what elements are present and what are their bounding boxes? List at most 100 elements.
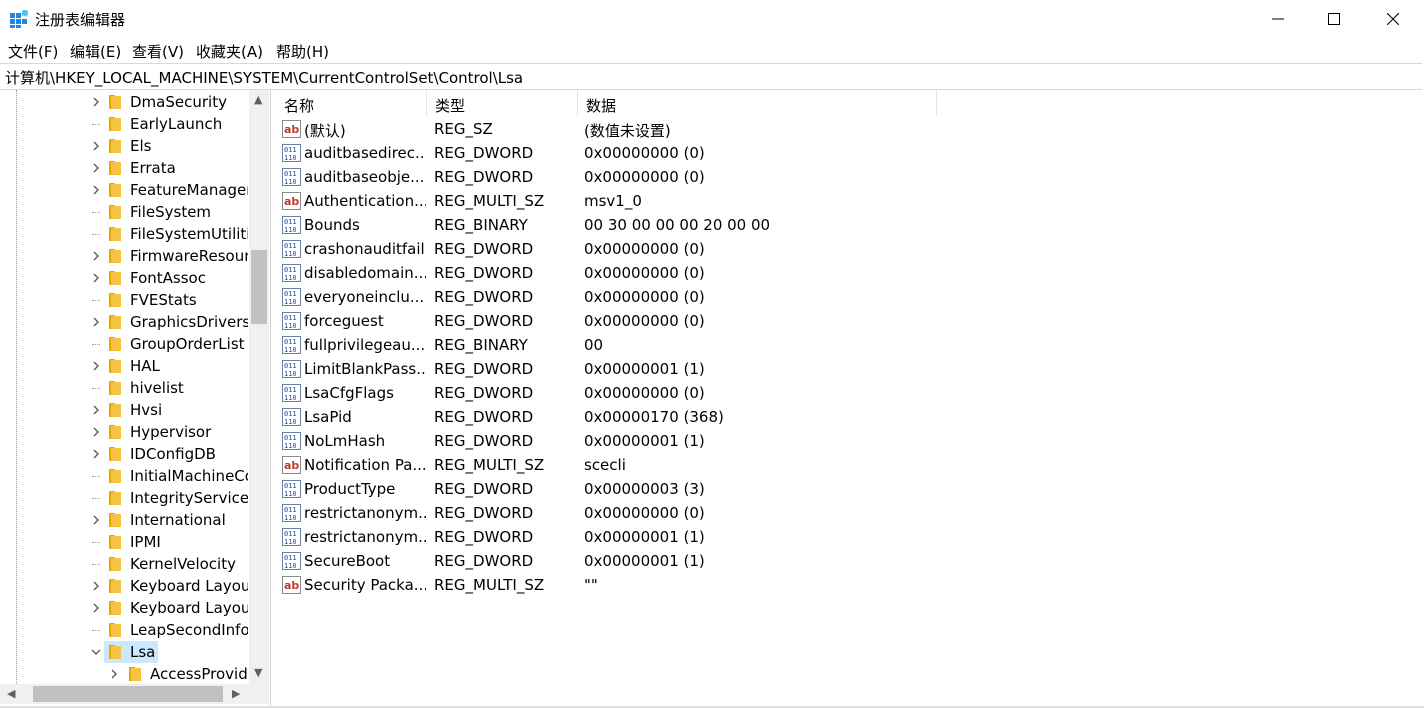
close-button[interactable] bbox=[1364, 0, 1422, 38]
chevron-right-icon[interactable] bbox=[90, 271, 102, 285]
tree-item[interactable]: KernelVelocity bbox=[0, 553, 248, 575]
value-row[interactable]: 011 110 forceguest REG_DWORD 0x00000000 (0) bbox=[276, 309, 1076, 333]
value-row[interactable]: 011 110 ProductType REG_DWORD 0x00000003 (3) bbox=[276, 477, 1076, 501]
chevron-right-icon[interactable] bbox=[90, 601, 102, 615]
scroll-up-icon[interactable]: ▲ bbox=[254, 93, 262, 106]
scroll-left-icon[interactable]: ◀ bbox=[7, 687, 15, 700]
value-row[interactable]: 011 110 NoLmHash REG_DWORD 0x00000001 (1) bbox=[276, 429, 1076, 453]
tree-item[interactable]: hivelist bbox=[0, 377, 248, 399]
address-bar[interactable]: 计算机\HKEY_LOCAL_MACHINE\SYSTEM\CurrentCon… bbox=[0, 63, 1422, 90]
tree-horizontal-scroll-thumb[interactable] bbox=[33, 686, 223, 702]
value-row[interactable]: 011 110 restrictanonym... REG_DWORD 0x000000… bbox=[276, 501, 1076, 525]
value-name: (默认) bbox=[304, 122, 346, 140]
menu-file[interactable]: 文件(F) bbox=[8, 41, 58, 62]
chevron-right-icon[interactable] bbox=[90, 161, 102, 175]
value-row[interactable]: ab Security Packa... REG_MULTI_SZ "" bbox=[276, 573, 1076, 597]
tree-item[interactable]: AccessProviders bbox=[0, 663, 248, 684]
value-row[interactable]: 011 110 LsaCfgFlags REG_DWORD 0x00000000 (0) bbox=[276, 381, 1076, 405]
chevron-right-icon[interactable] bbox=[108, 667, 120, 681]
tree-item[interactable]: FontAssoc bbox=[0, 267, 248, 289]
chevron-right-icon[interactable] bbox=[90, 95, 102, 109]
value-name: Authentication... bbox=[304, 192, 426, 210]
chevron-right-icon[interactable] bbox=[90, 183, 102, 197]
chevron-right-icon[interactable] bbox=[90, 513, 102, 527]
tree-item[interactable]: FileSystemUtilities bbox=[0, 223, 248, 245]
tree-item[interactable]: DmaSecurity bbox=[0, 91, 248, 113]
tree-item[interactable]: IntegrityServices bbox=[0, 487, 248, 509]
value-row[interactable]: 011 110 LsaPid REG_DWORD 0x00000170 (368) bbox=[276, 405, 1076, 429]
menu-help[interactable]: 帮助(H) bbox=[276, 41, 329, 62]
tree-view[interactable]: DmaSecurity EarlyLaunch Els Errata FeatureMa… bbox=[0, 90, 248, 684]
value-row[interactable]: 011 110 everyoneinclu... REG_DWORD 0x0000000… bbox=[276, 285, 1076, 309]
value-row[interactable]: 011 110 disabledomain... REG_DWORD 0x0000000… bbox=[276, 261, 1076, 285]
chevron-right-icon[interactable] bbox=[90, 315, 102, 329]
value-row[interactable]: ab Notification Pa... REG_MULTI_SZ scecli bbox=[276, 453, 1076, 477]
registry-editor-icon bbox=[10, 10, 28, 28]
folder-icon bbox=[109, 513, 121, 527]
tree-item[interactable]: Keyboard Layout bbox=[0, 575, 248, 597]
value-row[interactable]: 011 110 LimitBlankPass... REG_DWORD 0x000000… bbox=[276, 357, 1076, 381]
value-row[interactable]: 011 110 crashonauditfail REG_DWORD 0x0000000… bbox=[276, 237, 1076, 261]
tree-item[interactable]: Keyboard Layouts bbox=[0, 597, 248, 619]
value-row[interactable]: 011 110 auditbaseobje... REG_DWORD 0x0000000… bbox=[276, 165, 1076, 189]
column-header-data[interactable]: 数据 bbox=[578, 90, 936, 116]
tree-item[interactable]: Els bbox=[0, 135, 248, 157]
value-row[interactable]: 011 110 auditbasedirec... REG_DWORD 0x000000… bbox=[276, 141, 1076, 165]
chevron-right-icon[interactable] bbox=[90, 359, 102, 373]
column-separator[interactable] bbox=[936, 90, 937, 116]
tree-item[interactable]: HAL bbox=[0, 355, 248, 377]
value-row[interactable]: ab (默认) REG_SZ (数值未设置) bbox=[276, 117, 1076, 141]
value-row[interactable]: 011 110 restrictanonym... REG_DWORD 0x000000… bbox=[276, 525, 1076, 549]
tree-item[interactable]: FeatureManager bbox=[0, 179, 248, 201]
tree-item[interactable]: Hvsi bbox=[0, 399, 248, 421]
tree-vertical-scrollbar[interactable]: ▲ ▼ bbox=[249, 90, 269, 684]
chevron-right-icon[interactable] bbox=[90, 139, 102, 153]
value-row[interactable]: 011 110 SecureBoot REG_DWORD 0x00000001 (1) bbox=[276, 549, 1076, 573]
chevron-right-icon[interactable] bbox=[90, 249, 102, 263]
menu-edit[interactable]: 编辑(E) bbox=[70, 41, 121, 62]
menu-view[interactable]: 查看(V) bbox=[132, 41, 184, 62]
svg-text:011: 011 bbox=[284, 554, 297, 562]
tree-item[interactable]: EarlyLaunch bbox=[0, 113, 248, 135]
tree-vertical-scroll-thumb[interactable] bbox=[251, 250, 267, 324]
minimize-button[interactable] bbox=[1249, 0, 1307, 38]
tree-item[interactable]: FirmwareResources bbox=[0, 245, 248, 267]
tree-item[interactable]: GraphicsDrivers bbox=[0, 311, 248, 333]
tree-item[interactable]: FVEStats bbox=[0, 289, 248, 311]
tree-item[interactable]: LeapSecondInformation bbox=[0, 619, 248, 641]
maximize-button[interactable] bbox=[1305, 0, 1363, 38]
value-row[interactable]: ab Authentication... REG_MULTI_SZ msv1_0 bbox=[276, 189, 1076, 213]
tree-item[interactable]: GroupOrderList bbox=[0, 333, 248, 355]
values-list[interactable]: 名称 类型 数据 ab (默认) REG_SZ (数值未设置) 011 110 auditb… bbox=[276, 90, 1422, 706]
tree-item[interactable]: Lsa bbox=[0, 641, 248, 663]
column-header-name[interactable]: 名称 bbox=[276, 90, 426, 116]
column-header-type[interactable]: 类型 bbox=[427, 90, 577, 116]
value-name: LimitBlankPass... bbox=[304, 360, 426, 378]
chevron-right-icon[interactable] bbox=[90, 403, 102, 417]
column-name-label: 名称 bbox=[284, 97, 315, 115]
tree-horizontal-scrollbar[interactable]: ◀ ▶ bbox=[0, 684, 249, 704]
chevron-right-icon[interactable] bbox=[90, 579, 102, 593]
tree-item[interactable]: Errata bbox=[0, 157, 248, 179]
value-data: 0x00000001 (1) bbox=[584, 552, 705, 570]
menu-favorites[interactable]: 收藏夹(A) bbox=[196, 41, 263, 62]
chevron-right-icon[interactable] bbox=[90, 447, 102, 461]
close-icon bbox=[1387, 13, 1399, 25]
tree-item[interactable]: IDConfigDB bbox=[0, 443, 248, 465]
address-path[interactable]: 计算机\HKEY_LOCAL_MACHINE\SYSTEM\CurrentCon… bbox=[5, 67, 523, 88]
scroll-down-icon[interactable]: ▼ bbox=[254, 666, 262, 679]
tree-item[interactable]: Hypervisor bbox=[0, 421, 248, 443]
folder-icon bbox=[109, 249, 121, 263]
window-title: 注册表编辑器 bbox=[35, 11, 126, 29]
tree-pane[interactable]: DmaSecurity EarlyLaunch Els Errata FeatureMa… bbox=[0, 90, 271, 706]
tree-item[interactable]: InitialMachineConfig bbox=[0, 465, 248, 487]
tree-item[interactable]: International bbox=[0, 509, 248, 531]
chevron-down-icon[interactable] bbox=[90, 645, 102, 659]
scroll-right-icon[interactable]: ▶ bbox=[232, 687, 240, 700]
value-row[interactable]: 011 110 fullprivilegeau... REG_BINARY 00 bbox=[276, 333, 1076, 357]
chevron-right-icon[interactable] bbox=[90, 425, 102, 439]
value-row[interactable]: 011 110 Bounds REG_BINARY 00 30 00 00 00 20 … bbox=[276, 213, 1076, 237]
tree-item[interactable]: FileSystem bbox=[0, 201, 248, 223]
tree-item-label: Keyboard Layouts bbox=[130, 599, 248, 617]
tree-item[interactable]: IPMI bbox=[0, 531, 248, 553]
